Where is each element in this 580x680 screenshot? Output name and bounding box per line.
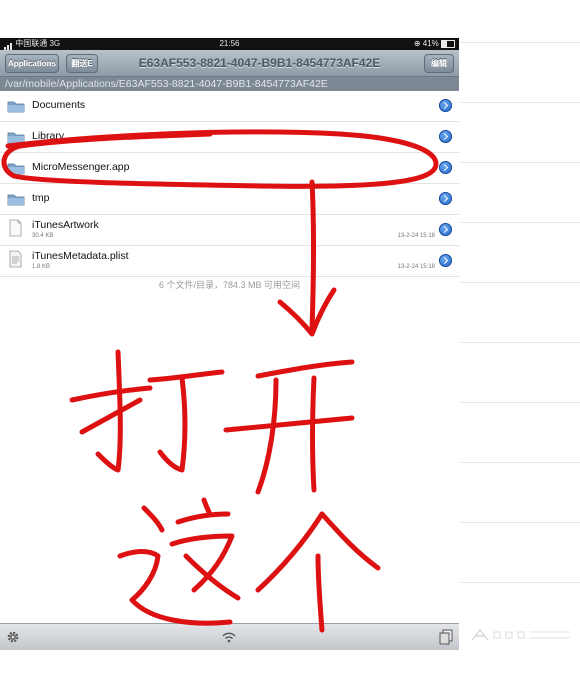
battery-percent: 41% bbox=[422, 39, 439, 48]
detail-disclosure-icon[interactable] bbox=[439, 99, 452, 112]
detail-disclosure-icon[interactable] bbox=[439, 130, 452, 143]
list-item-itunesartwork[interactable]: iTunesArtwork 30.4 KB 13-2-24 15:18 bbox=[0, 215, 459, 246]
storage-summary: 6 个文件/目录，784.3 MB 可用空间 bbox=[158, 280, 301, 290]
list-item-documents[interactable]: Documents bbox=[0, 91, 459, 122]
folder-icon bbox=[7, 101, 25, 113]
file-icon bbox=[9, 219, 22, 237]
gear-icon[interactable] bbox=[6, 630, 20, 644]
file-size: 1.8 KB bbox=[32, 264, 51, 270]
file-size: 30.4 KB bbox=[32, 233, 54, 239]
page-rule bbox=[460, 282, 580, 283]
battery-icon bbox=[441, 39, 455, 48]
list-item-itunesmetadata[interactable]: iTunesMetadata.plist 1.8 KB 13-2-24 15:1… bbox=[0, 246, 459, 277]
path-bar: /var/mobile/Applications/E63AF553-8821-4… bbox=[0, 77, 459, 91]
document-icon bbox=[9, 250, 22, 268]
page-rule bbox=[460, 522, 580, 523]
file-list: Documents Library MicroMessenger.app tmp… bbox=[0, 91, 459, 277]
file-name: tmp bbox=[32, 192, 50, 204]
edit-button[interactable]: 编辑 bbox=[424, 54, 454, 73]
back-button[interactable]: Applications bbox=[5, 54, 59, 73]
file-name: MicroMessenger.app bbox=[32, 161, 130, 173]
list-item-library[interactable]: Library bbox=[0, 122, 459, 153]
page-rule bbox=[460, 342, 580, 343]
copy-button[interactable]: 翻送E bbox=[66, 54, 98, 73]
status-bar: 中国联通 3G 21:56 ⊕ 41% bbox=[0, 38, 459, 50]
page-rule bbox=[460, 42, 580, 43]
list-item-tmp[interactable]: tmp bbox=[0, 184, 459, 215]
detail-disclosure-icon[interactable] bbox=[439, 223, 452, 236]
pages-icon[interactable] bbox=[439, 629, 453, 645]
page-rule bbox=[460, 162, 580, 163]
detail-disclosure-icon[interactable] bbox=[439, 254, 452, 267]
file-date: 13-2-24 15:18 bbox=[397, 264, 435, 270]
folder-icon bbox=[7, 163, 25, 175]
bottom-toolbar bbox=[0, 623, 459, 650]
file-name: iTunesMetadata.plist bbox=[32, 250, 129, 262]
file-name: Library bbox=[32, 130, 65, 142]
lock-rotation-icon: ⊕ bbox=[413, 39, 421, 48]
list-item-micromessenger[interactable]: MicroMessenger.app bbox=[0, 153, 459, 184]
clock: 21:56 bbox=[219, 39, 240, 48]
file-name: Documents bbox=[32, 99, 86, 111]
watermark-logo bbox=[471, 628, 570, 641]
page-rule bbox=[460, 102, 580, 103]
page-rule bbox=[460, 402, 580, 403]
file-name: iTunesArtwork bbox=[32, 219, 99, 231]
page-rule bbox=[460, 582, 580, 583]
page-title: E63AF553-8821-4047-B9B1-8454773AF42E bbox=[138, 56, 381, 70]
detail-disclosure-icon[interactable] bbox=[439, 192, 452, 205]
ifile-screen: 中国联通 3G 21:56 ⊕ 41% Applications 翻送E E63… bbox=[0, 38, 459, 650]
battery-status: ⊕ 41% bbox=[414, 38, 455, 50]
navigation-bar: Applications 翻送E E63AF553-8821-4047-B9B1… bbox=[0, 50, 459, 77]
detail-disclosure-icon[interactable] bbox=[439, 161, 452, 174]
folder-icon bbox=[7, 132, 25, 144]
file-date: 13-2-24 15:18 bbox=[397, 233, 435, 239]
page-rule bbox=[460, 222, 580, 223]
wifi-icon[interactable] bbox=[221, 630, 237, 644]
page-rule bbox=[460, 462, 580, 463]
folder-icon bbox=[7, 194, 25, 206]
